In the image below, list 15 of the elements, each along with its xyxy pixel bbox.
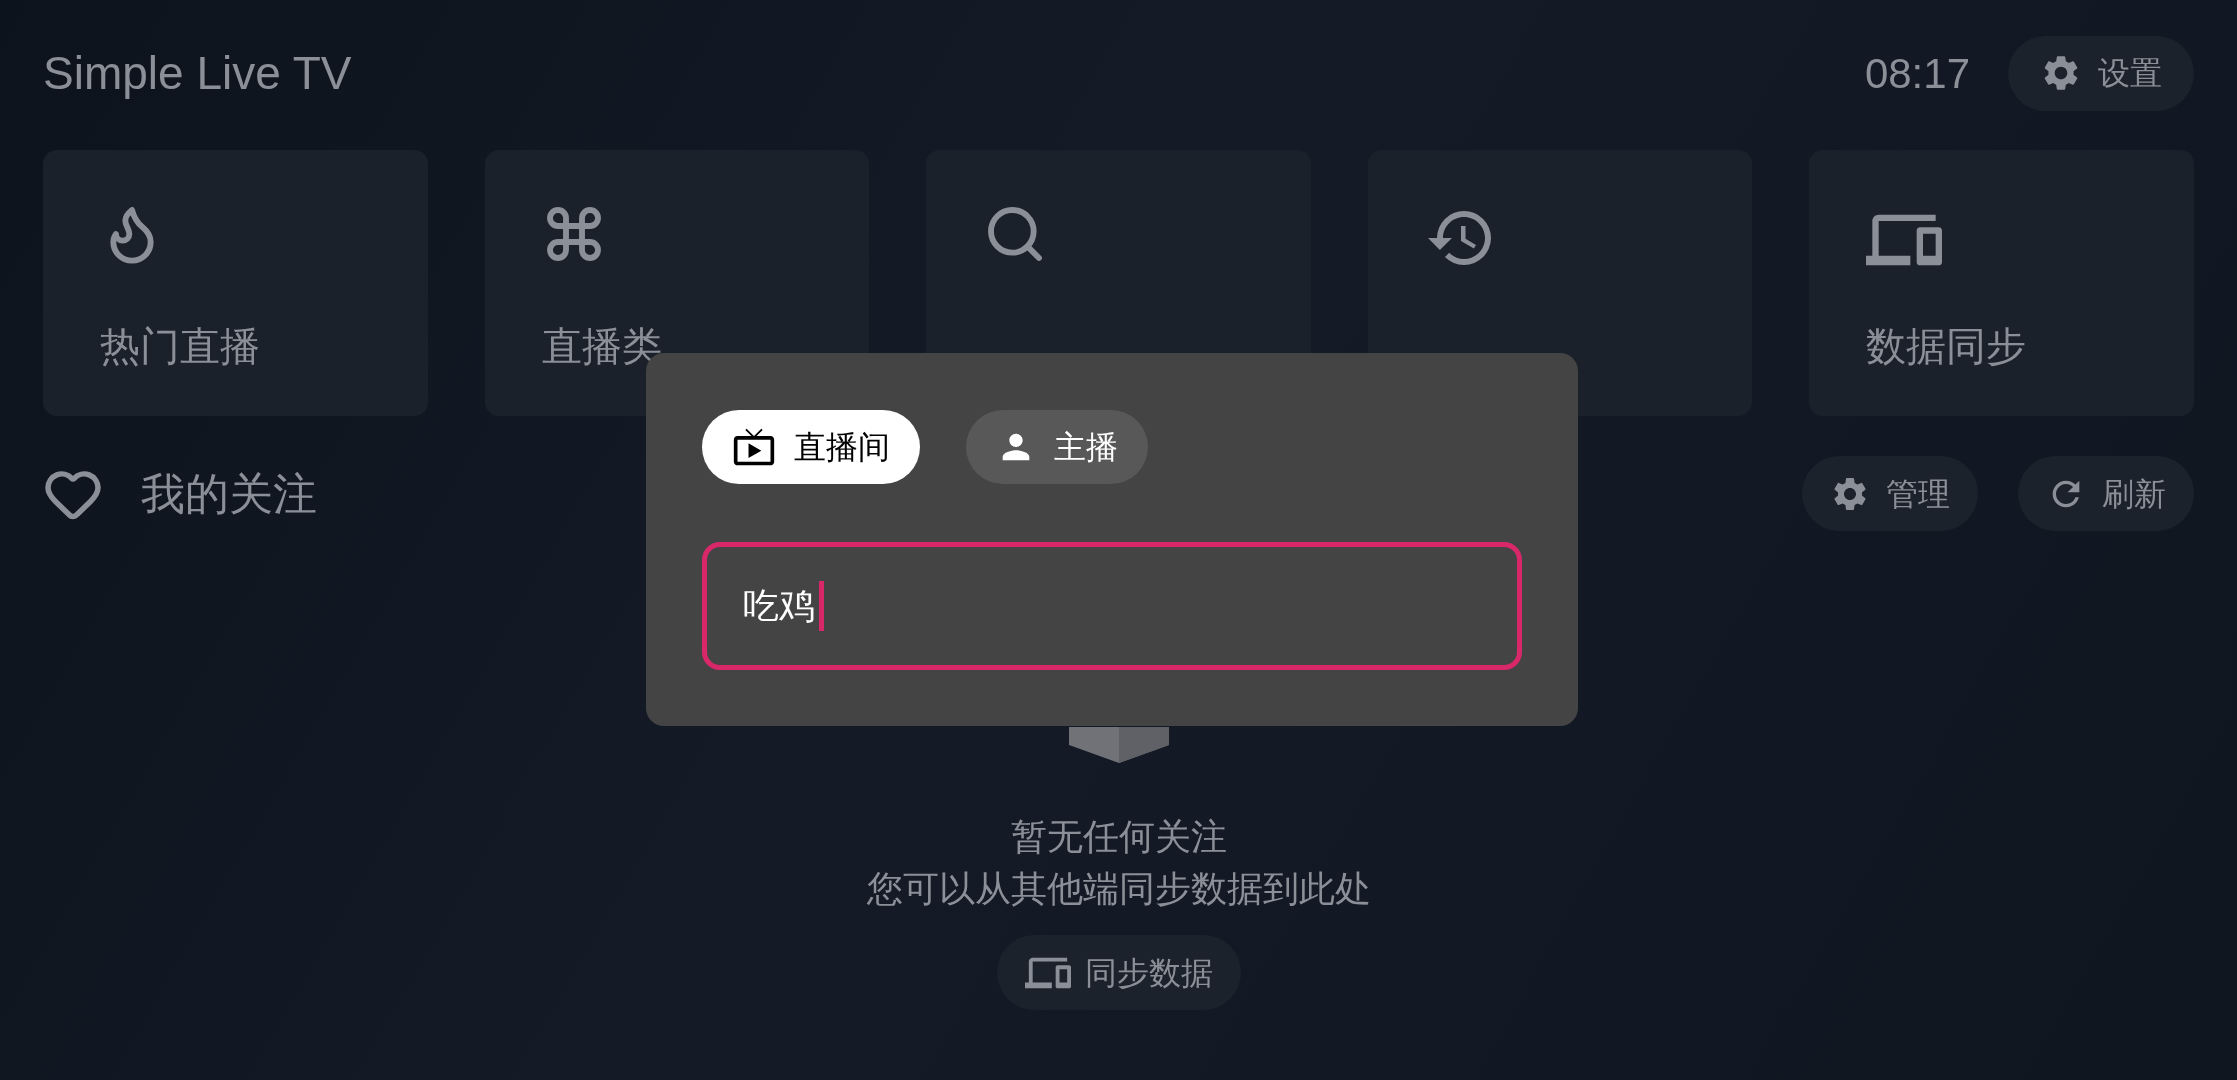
- text-caret: [819, 581, 824, 631]
- menu-tile[interactable]: 数据同步: [1809, 150, 2194, 416]
- section-title: 我的关注: [141, 467, 317, 520]
- toolbar-button[interactable]: 管理: [1802, 456, 1978, 531]
- empty-message: 您可以从其他端同步数据到此处: [866, 867, 1371, 911]
- search-tab[interactable]: 主播: [966, 410, 1148, 484]
- empty-title: 暂无任何关注: [1010, 815, 1227, 859]
- menu-tile[interactable]: 热门直播: [43, 150, 428, 416]
- toolbar-button[interactable]: 刷新: [2018, 456, 2194, 531]
- search-field[interactable]: 吃鸡: [702, 542, 1522, 670]
- sync-button[interactable]: 同步数据: [996, 935, 1241, 1010]
- clock: 08:17: [1864, 48, 1970, 99]
- search-tab[interactable]: 直播间: [702, 410, 920, 484]
- settings-button[interactable]: 设置: [2008, 35, 2194, 111]
- app-title: Simple Live TV: [43, 45, 352, 101]
